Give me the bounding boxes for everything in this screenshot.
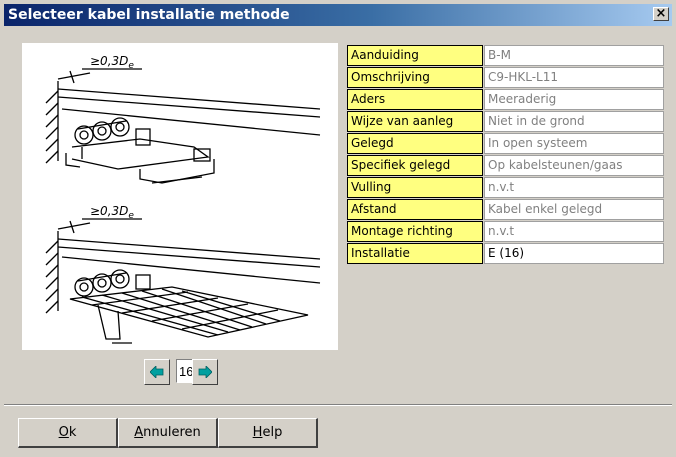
property-label-omschrijving: Omschrijving — [347, 67, 483, 88]
property-value-wijze-van-aanleg[interactable]: Niet in de grond — [484, 111, 664, 132]
ok-hotkey: O — [58, 425, 69, 440]
property-value-aanduiding[interactable]: B-M — [484, 45, 664, 66]
property-value-omschrijving[interactable]: C9-HKL-L11 — [484, 67, 664, 88]
property-label-specifiek-gelegd: Specifiek gelegd — [347, 155, 483, 176]
property-row: Omschrijving C9-HKL-L11 — [347, 67, 664, 88]
cable-tray-drawing: ≥0,3De ≥0,3De — [45, 54, 321, 344]
property-value-montage-richting[interactable]: n.v.t — [484, 221, 664, 242]
property-value-specifiek-gelegd[interactable]: Op kabelsteunen/gaas — [484, 155, 664, 176]
close-button[interactable]: × — [653, 7, 669, 21]
property-value-installatie[interactable]: E (16) — [484, 243, 664, 264]
ok-label-rest: k — [68, 425, 77, 440]
close-icon: × — [655, 6, 667, 21]
property-label-wijze-van-aanleg: Wijze van aanleg — [347, 111, 483, 132]
property-value-gelegd[interactable]: In open systeem — [484, 133, 664, 154]
property-label-vulling: Vulling — [347, 177, 483, 198]
properties-grid: Aanduiding B-M Omschrijving C9-HKL-L11 A… — [347, 45, 664, 265]
property-row: Aanduiding B-M — [347, 45, 664, 66]
arrow-right-icon — [198, 366, 212, 378]
title-bar[interactable]: Selecteer kabel installatie methode × — [4, 4, 672, 26]
dialog-window: Selecteer kabel installatie methode × ≥0… — [0, 0, 676, 457]
property-label-aanduiding: Aanduiding — [347, 45, 483, 66]
window-title: Selecteer kabel installatie methode — [8, 7, 290, 23]
ok-button[interactable]: Ok — [18, 418, 118, 448]
property-row: Vulling n.v.t — [347, 177, 664, 198]
property-value-aders[interactable]: Meeraderig — [484, 89, 664, 110]
property-row: Aders Meeraderig — [347, 89, 664, 110]
cancel-button[interactable]: Annuleren — [118, 418, 218, 448]
next-picture-button[interactable] — [192, 359, 218, 385]
cancel-hotkey: A — [134, 425, 144, 440]
property-row: Montage richting n.v.t — [347, 221, 664, 242]
property-label-montage-richting: Montage richting — [347, 221, 483, 242]
property-label-aders: Aders — [347, 89, 483, 110]
property-label-gelegd: Gelegd — [347, 133, 483, 154]
property-row: Installatie E (16) — [347, 243, 664, 264]
previous-picture-button[interactable] — [144, 359, 170, 385]
help-button[interactable]: Help — [218, 418, 318, 448]
property-value-afstand[interactable]: Kabel enkel gelegd — [484, 199, 664, 220]
cancel-label-rest: nnuleren — [143, 425, 201, 440]
button-bar-divider — [4, 404, 672, 406]
help-label-rest: elp — [262, 425, 283, 440]
property-row: Specifiek gelegd Op kabelsteunen/gaas — [347, 155, 664, 176]
property-row: Wijze van aanleg Niet in de grond — [347, 111, 664, 132]
help-hotkey: H — [252, 425, 263, 440]
installation-method-picture: ≥0,3De ≥0,3De — [22, 43, 338, 350]
property-row: Afstand Kabel enkel gelegd — [347, 199, 664, 220]
arrow-left-icon — [150, 366, 164, 378]
property-label-afstand: Afstand — [347, 199, 483, 220]
property-label-installatie: Installatie — [347, 243, 483, 264]
property-row: Gelegd In open systeem — [347, 133, 664, 154]
property-value-vulling[interactable]: n.v.t — [484, 177, 664, 198]
